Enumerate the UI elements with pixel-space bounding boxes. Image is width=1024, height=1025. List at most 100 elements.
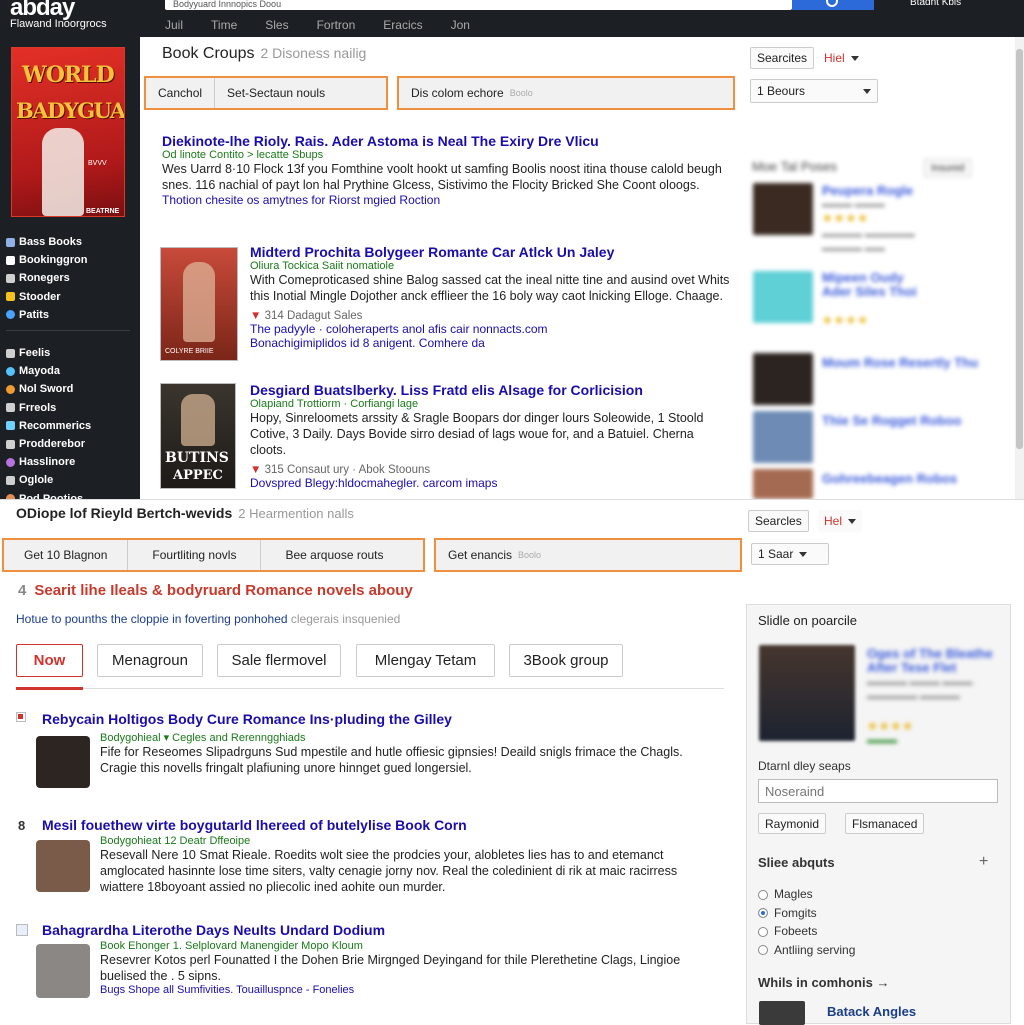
filter-canchol[interactable]: Canchol bbox=[146, 78, 216, 108]
right-item-title[interactable]: Gohreebeagen Robos bbox=[822, 471, 957, 486]
search-input[interactable]: Bodyyuard Innnopics Doou bbox=[165, 0, 792, 10]
right-item-title[interactable]: Mipeen Oudy Ader Siles Thoi bbox=[822, 271, 922, 299]
panel-search-input[interactable] bbox=[758, 779, 998, 803]
filter-enancis[interactable]: Get enancis Boolo bbox=[436, 540, 553, 570]
top-nav: Juil Time Sles Fortron Eracics Jon bbox=[165, 18, 470, 32]
filter-fourtliting[interactable]: Fourtliting novls bbox=[128, 540, 262, 570]
panel-option-label: Antliing serving bbox=[774, 942, 856, 957]
result-url[interactable]: Olapiand Trottiorm · Corfiangi lage bbox=[250, 398, 830, 410]
filter-group-a: Canchol Set-Sectaun nouls bbox=[144, 76, 388, 110]
sidebar-item[interactable]: Bass Books bbox=[6, 233, 130, 251]
top-nav-item[interactable]: Sles bbox=[265, 18, 288, 32]
sidebar-item[interactable]: Ronegers bbox=[6, 269, 130, 287]
result-url[interactable]: Bodygohieal ▾ Cegles and Rerenngghiads bbox=[100, 731, 720, 744]
right-column-button[interactable]: Insured bbox=[924, 159, 972, 177]
tab-mlengay-tetam[interactable]: Mlengay Tetam bbox=[356, 644, 495, 677]
radio-button[interactable] bbox=[758, 889, 768, 900]
result-thumb[interactable] bbox=[36, 944, 90, 998]
help-dropdown[interactable]: Hiel bbox=[818, 47, 865, 69]
avatar[interactable] bbox=[753, 183, 813, 235]
top-nav-item[interactable]: Eracics bbox=[383, 18, 422, 32]
result-url[interactable]: Book Ehonger 1. Selplovard Manengider Mo… bbox=[100, 940, 720, 952]
tab-now[interactable]: Now bbox=[16, 644, 83, 677]
result-link-2[interactable]: Bonachigimiplidos id 8 anigent. Comhere … bbox=[250, 336, 830, 350]
featured-book-cover[interactable]: WORLD BADYGUARD BVVV BEATRNE bbox=[11, 47, 125, 217]
circle-icon bbox=[6, 385, 15, 395]
radio-button[interactable] bbox=[758, 908, 768, 919]
avatar[interactable] bbox=[753, 469, 813, 499]
bookmark-icon bbox=[6, 255, 15, 265]
panel-option[interactable]: Magles bbox=[758, 885, 855, 904]
tab-sale-flermovel[interactable]: Sale flermovel bbox=[217, 644, 341, 677]
result-title[interactable]: Bahagrardha Literothe Days Neults Undard… bbox=[42, 922, 722, 938]
avatar[interactable] bbox=[753, 353, 813, 405]
panel-option[interactable]: Fobeets bbox=[758, 922, 855, 941]
panel-button-1[interactable]: Raymonid bbox=[758, 813, 827, 834]
sidebar-item[interactable]: Recommerics bbox=[6, 417, 130, 435]
avatar[interactable] bbox=[753, 271, 813, 323]
book-cover-thumb[interactable]: BUTINS APPEC bbox=[160, 383, 236, 489]
result-title[interactable]: Diekinote-lhe Rioly. Rais. Ader Astoma i… bbox=[162, 133, 742, 149]
panel-more-title[interactable]: Whils in comhonis → bbox=[758, 975, 889, 990]
sidebar-item[interactable]: Patits bbox=[6, 306, 130, 324]
panel-more-link[interactable]: Batack Angles bbox=[827, 1004, 916, 1019]
top-nav-item[interactable]: Jon bbox=[451, 18, 470, 32]
result-link[interactable]: The padyyle · coloheraperts anol afis ca… bbox=[250, 322, 830, 336]
result-title[interactable]: Mesil fouethew virte boygutarld lhereed … bbox=[42, 817, 722, 833]
scrollbar[interactable] bbox=[1015, 37, 1024, 499]
tab-book-group[interactable]: 3Book group bbox=[509, 644, 623, 677]
sidebar-item-label: Bass Books bbox=[19, 236, 82, 248]
avatar[interactable] bbox=[759, 1001, 805, 1025]
panel-search-label: Dtarnl dley seaps bbox=[758, 759, 851, 773]
sidebar-item[interactable]: Oglole bbox=[6, 471, 130, 489]
panel-button-2[interactable]: Flsmanaced bbox=[845, 813, 925, 834]
top-nav-item[interactable]: Time bbox=[211, 18, 237, 32]
book-cover-thumb[interactable]: COLYRE BRIIE bbox=[160, 247, 238, 361]
sidebar-item[interactable]: Stooder bbox=[6, 288, 130, 306]
filter-arquose[interactable]: Bee arquose routs bbox=[261, 540, 407, 570]
result-url[interactable]: Od linote Contito > lecatte Sbups bbox=[162, 149, 742, 161]
radio-button[interactable] bbox=[758, 945, 768, 956]
result-title[interactable]: Rebycain Holtigos Body Cure Romance Ins·… bbox=[42, 711, 722, 727]
sidebar-item[interactable]: Hasslinore bbox=[6, 453, 130, 471]
scrollbar-thumb[interactable] bbox=[1016, 49, 1023, 449]
tab-menagroun[interactable]: Menagroun bbox=[97, 644, 203, 677]
result-link[interactable]: Thotion chesite os amytnes for Riorst mg… bbox=[162, 193, 742, 207]
result-url[interactable]: Oliura Tockica Saiit nomatiole bbox=[250, 260, 830, 272]
top-nav-item[interactable]: Juil bbox=[165, 18, 183, 32]
result-url[interactable]: Bodygohieat 12 Deatr Dffeoipe bbox=[100, 835, 720, 847]
filter-blagnon[interactable]: Get 10 Blagnon bbox=[4, 540, 129, 570]
searches-button[interactable]: Searcites bbox=[750, 47, 815, 69]
sidebar-item[interactable]: Frreols bbox=[6, 399, 130, 417]
sidebar-item[interactable]: Prodderebor bbox=[6, 435, 130, 453]
expand-plus-icon[interactable]: + bbox=[979, 853, 988, 871]
sort-dropdown[interactable]: 1 Beours bbox=[750, 79, 878, 103]
filter-sectaun[interactable]: Set-Sectaun nouls bbox=[215, 78, 337, 108]
panel-option[interactable]: Antliing serving bbox=[758, 941, 855, 960]
result-title[interactable]: Midterd Prochita Bolygeer Romante Car At… bbox=[250, 244, 830, 260]
right-item-title[interactable]: Peupera Rogle bbox=[822, 183, 913, 198]
sort-dropdown[interactable]: 1 Saar bbox=[751, 543, 829, 565]
result-thumb[interactable] bbox=[36, 736, 90, 788]
sidebar-item[interactable]: Mayoda bbox=[6, 362, 130, 380]
filter-echore[interactable]: Dis colom echore Boolo bbox=[399, 78, 545, 108]
right-item-title[interactable]: Thie Se Rogget Roboo bbox=[822, 413, 961, 428]
top-nav-item[interactable]: Fortron bbox=[317, 18, 356, 32]
right-item-title[interactable]: Moum Rose Resertly Thu bbox=[822, 355, 978, 370]
result-link[interactable]: Dovspred Blegy:hldocmahegler. carcom ima… bbox=[250, 476, 830, 490]
searches-button[interactable]: Searcles bbox=[748, 510, 809, 532]
radio-button[interactable] bbox=[758, 926, 768, 937]
result-link[interactable]: Bugs Shope all Sumfivities. Touailluspnc… bbox=[100, 984, 720, 996]
sidebar-item[interactable]: Nol Sword bbox=[6, 380, 130, 398]
result-thumb[interactable] bbox=[36, 840, 90, 892]
avatar[interactable] bbox=[759, 645, 855, 741]
sidebar-item-label: Oglole bbox=[19, 474, 54, 487]
sidebar-item[interactable]: Feelis bbox=[6, 344, 130, 362]
account-links[interactable]: Btadnt Kbls bbox=[910, 0, 961, 8]
panel-option[interactable]: Fomgits bbox=[758, 904, 855, 923]
search-button[interactable] bbox=[792, 0, 874, 10]
avatar[interactable] bbox=[753, 411, 813, 463]
help-dropdown[interactable]: Hel bbox=[818, 510, 863, 532]
result-title[interactable]: Desgiard Buatslberky. Liss Fratd elis Al… bbox=[250, 382, 830, 398]
sidebar-item[interactable]: Bookinggron bbox=[6, 251, 130, 269]
